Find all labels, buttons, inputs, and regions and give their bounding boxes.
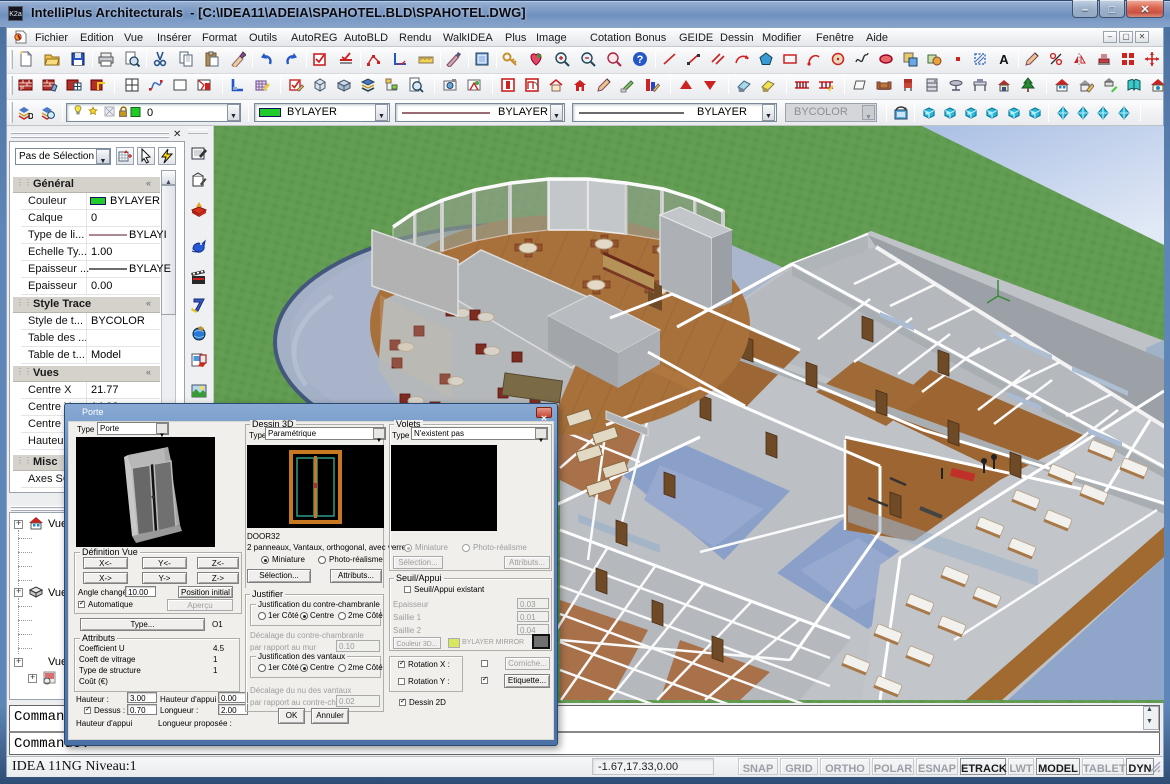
svg-text:?: ?: [637, 54, 644, 66]
svg-text:A: A: [999, 52, 1009, 67]
svg-text:0: 0: [147, 107, 153, 119]
svg-text:D: D: [28, 112, 33, 121]
